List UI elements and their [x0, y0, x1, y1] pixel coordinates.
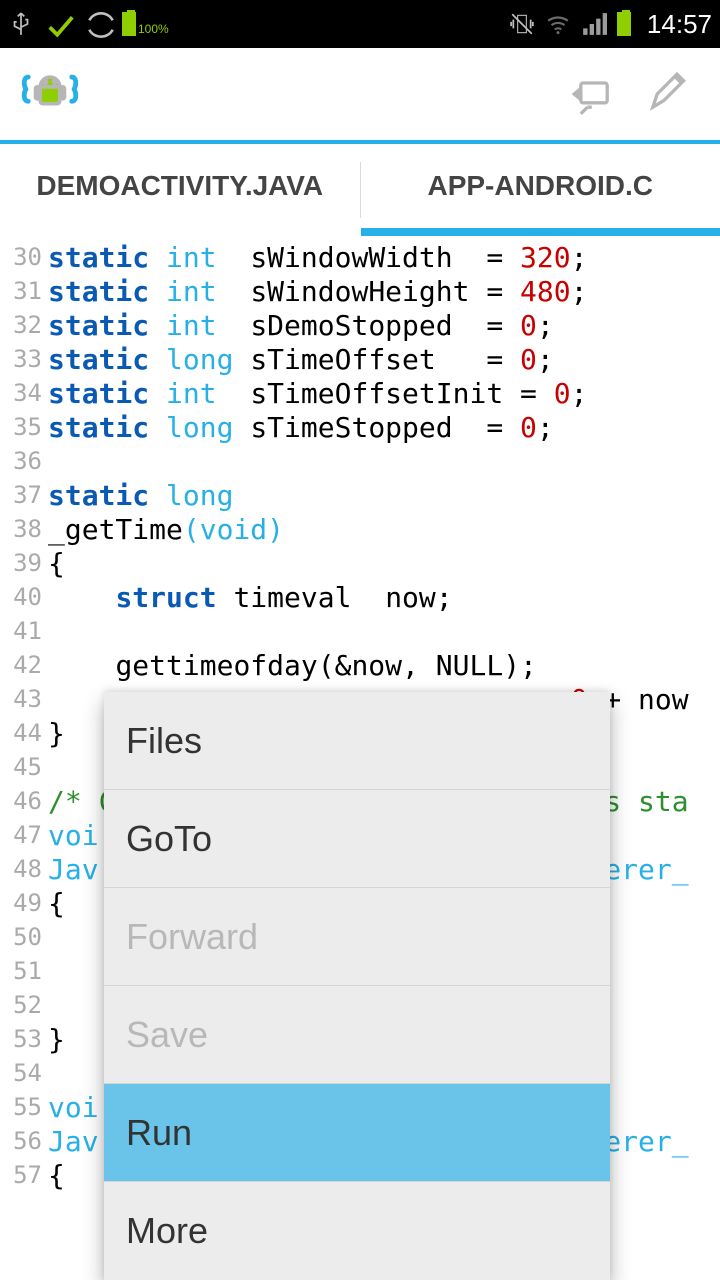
- android-status-bar: 100% 14:57: [0, 0, 720, 48]
- menu-item-label: Files: [126, 720, 202, 762]
- line-number: 57: [0, 1161, 48, 1189]
- battery-full-icon: 100%: [122, 12, 169, 36]
- menu-save[interactable]: Save: [104, 986, 610, 1084]
- tab-label: DEMOACTIVITY.JAVA: [36, 170, 323, 202]
- tab-app-android[interactable]: APP-ANDROID.C: [361, 144, 720, 236]
- check-icon: [46, 11, 72, 37]
- line-number: 30: [0, 243, 48, 271]
- signal-icon: [581, 11, 607, 37]
- menu-item-label: GoTo: [126, 818, 212, 860]
- line-number: 47: [0, 821, 48, 849]
- line-number: 53: [0, 1025, 48, 1053]
- wifi-icon: [545, 11, 571, 37]
- line-number: 55: [0, 1093, 48, 1121]
- edit-button[interactable]: [630, 62, 702, 126]
- app-toolbar: [0, 48, 720, 144]
- line-number: 45: [0, 753, 48, 781]
- tab-demoactivity[interactable]: DEMOACTIVITY.JAVA: [0, 144, 360, 236]
- context-menu: Files GoTo Forward Save Run More: [104, 692, 610, 1280]
- line-number: 33: [0, 345, 48, 373]
- line-number: 50: [0, 923, 48, 951]
- menu-forward[interactable]: Forward: [104, 888, 610, 986]
- menu-item-label: More: [126, 1210, 208, 1252]
- file-tabs: DEMOACTIVITY.JAVA APP-ANDROID.C: [0, 144, 720, 236]
- line-number: 35: [0, 413, 48, 441]
- line-number: 49: [0, 889, 48, 917]
- line-number: 42: [0, 651, 48, 679]
- clock: 14:57: [647, 9, 712, 40]
- menu-goto[interactable]: GoTo: [104, 790, 610, 888]
- battery-icon: [617, 12, 631, 36]
- menu-files[interactable]: Files: [104, 692, 610, 790]
- line-number: 41: [0, 617, 48, 645]
- line-number: 38: [0, 515, 48, 543]
- line-number: 54: [0, 1059, 48, 1087]
- line-number: 44: [0, 719, 48, 747]
- menu-item-label: Run: [126, 1112, 192, 1154]
- line-number: 51: [0, 957, 48, 985]
- app-logo-icon[interactable]: [18, 62, 82, 126]
- menu-more[interactable]: More: [104, 1182, 610, 1280]
- line-number: 46: [0, 787, 48, 815]
- line-number: 34: [0, 379, 48, 407]
- line-number: 48: [0, 855, 48, 883]
- line-number: 43: [0, 685, 48, 713]
- menu-run[interactable]: Run: [104, 1084, 610, 1182]
- vibrate-icon: [509, 11, 535, 37]
- tab-label: APP-ANDROID.C: [427, 170, 653, 202]
- menu-item-label: Save: [126, 1014, 208, 1056]
- usb-icon: [8, 11, 34, 37]
- line-number: 40: [0, 583, 48, 611]
- line-number: 31: [0, 277, 48, 305]
- sync-icon: [84, 11, 110, 37]
- line-number: 52: [0, 991, 48, 1019]
- line-number: 37: [0, 481, 48, 509]
- line-number: 32: [0, 311, 48, 339]
- line-number: 39: [0, 549, 48, 577]
- menu-item-label: Forward: [126, 916, 258, 958]
- line-number: 56: [0, 1127, 48, 1155]
- line-number: 36: [0, 447, 48, 475]
- undo-button[interactable]: [558, 62, 630, 126]
